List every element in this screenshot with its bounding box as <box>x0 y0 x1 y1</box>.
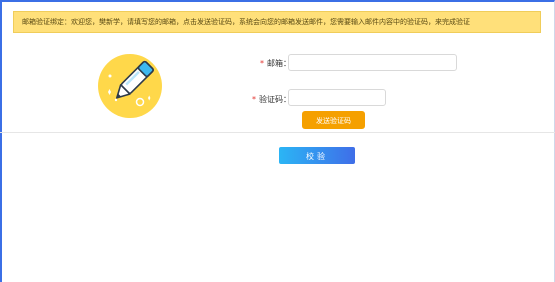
required-mark: * <box>252 95 256 104</box>
pen-icon <box>98 54 162 118</box>
verify-button[interactable]: 校验 <box>279 147 355 164</box>
email-field[interactable] <box>288 54 457 71</box>
code-label: * 验证码： <box>252 94 291 105</box>
send-code-button[interactable]: 发送验证码 <box>302 111 365 129</box>
notice-banner: 邮箱验证绑定：欢迎您，樊新学，请填写您的邮箱，点击发送验证码，系统会向您的邮箱发… <box>13 11 541 33</box>
notice-text: 邮箱验证绑定：欢迎您，樊新学，请填写您的邮箱，点击发送验证码，系统会向您的邮箱发… <box>22 18 470 26</box>
email-label-text: 邮箱 <box>267 59 283 68</box>
code-label-text: 验证码 <box>259 95 283 104</box>
required-mark: * <box>260 59 264 68</box>
content-divider <box>0 132 555 282</box>
email-label: * 邮箱： <box>260 58 291 69</box>
verification-code-field[interactable] <box>288 89 386 106</box>
